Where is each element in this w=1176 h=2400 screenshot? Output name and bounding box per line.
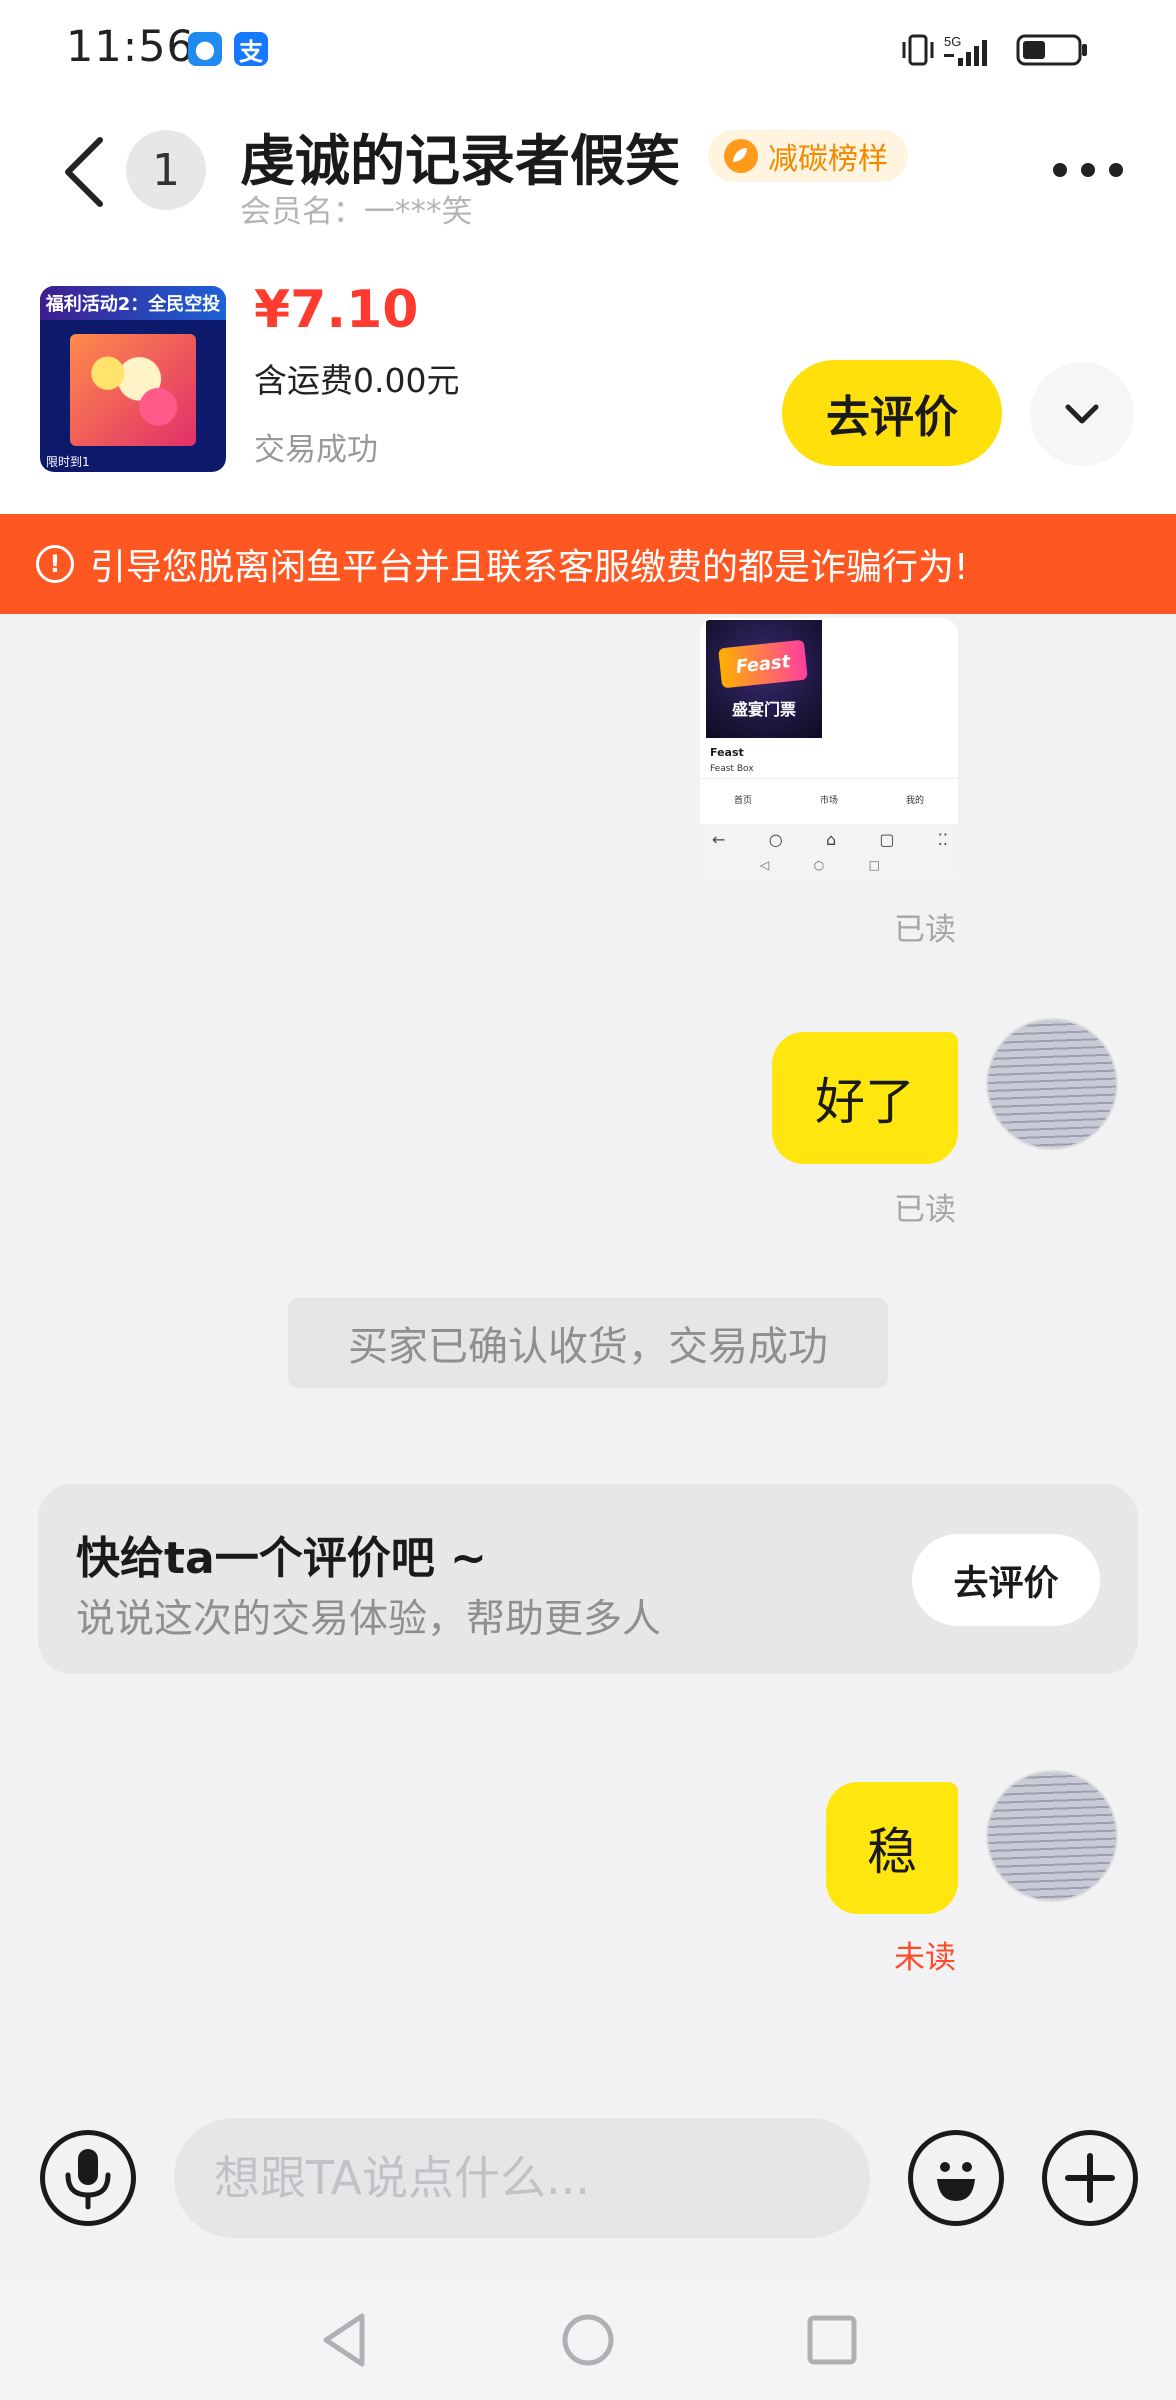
nav-back-button[interactable] [318, 2310, 370, 2374]
chat-bubble-icon: ● [188, 32, 222, 66]
review-button[interactable]: 去评价 [782, 360, 1002, 466]
thumb-banner: 福利活动2：全民空投 [40, 286, 226, 320]
expand-button[interactable] [1030, 362, 1134, 466]
carbon-badge[interactable]: 减碳榜样 [708, 130, 908, 182]
avatar[interactable] [986, 1770, 1118, 1902]
chevron-left-icon [65, 137, 103, 207]
shot-tabs: 首页 市场 我的 [700, 778, 958, 814]
leaf-icon [724, 139, 758, 173]
system-note: 买家已确认收货，交易成功 [288, 1298, 888, 1388]
circle-home-icon [562, 2314, 614, 2366]
more-button[interactable] [1048, 150, 1128, 190]
screenshot-image-message[interactable]: Feast 盛宴门票 Feast Feast Box 首页 市场 我的 ← ○ … [700, 618, 958, 880]
shot-nav-icon: ◁ [760, 858, 770, 872]
message-input[interactable] [174, 2118, 870, 2238]
shot-nav-icon: ▢ [879, 830, 895, 849]
shot-nav-icon: ← [712, 830, 726, 849]
carbon-badge-label: 减碳榜样 [768, 142, 888, 177]
warning-icon: ! [36, 545, 74, 583]
triangle-back-icon [323, 2313, 365, 2367]
status-time: 11:56 [66, 22, 195, 72]
voice-button[interactable] [40, 2130, 136, 2226]
deal-status: 交易成功 [254, 432, 378, 468]
shot-nav-icon: ○ [768, 830, 783, 849]
shot-nav-icon: ⌂ [825, 830, 837, 849]
square-recents-icon [807, 2315, 857, 2365]
battery-icon [1016, 34, 1087, 66]
message-bubble[interactable]: 好了 [772, 1032, 958, 1164]
shot-tab: 我的 [905, 796, 924, 806]
review-card-button[interactable]: 去评价 [912, 1534, 1100, 1626]
status-indicators: 5G [900, 28, 1110, 72]
shot-tab: 首页 [733, 796, 752, 806]
add-button[interactable] [1042, 2130, 1138, 2226]
shot-nav-icon: □ [868, 858, 880, 872]
more-dots-icon [1053, 163, 1123, 177]
emoji-button[interactable] [908, 2130, 1004, 2226]
read-status: 已读 [894, 912, 956, 948]
review-card-subtitle: 说说这次的交易体验，帮助更多人 [76, 1597, 662, 1642]
emoji-icon [937, 2162, 975, 2201]
shot-tab: 市场 [819, 796, 838, 806]
chevron-down-icon [1065, 404, 1099, 424]
fraud-warning-text: 引导您脱离闲鱼平台并且联系客服缴费的都是诈骗行为! [90, 547, 969, 588]
avatar[interactable] [986, 1018, 1118, 1150]
product-thumbnail[interactable]: 福利活动2：全民空投 限时到1 [40, 286, 226, 472]
message-bubble[interactable]: 稳 [826, 1782, 958, 1914]
member-name: 会员名：一***笑 [240, 194, 473, 230]
shot-line-1: Feast [710, 746, 744, 759]
vibrate-icon [902, 34, 934, 66]
network-type: 5G [944, 34, 961, 49]
shot-nav-icon: ⁚⁚ [937, 830, 948, 849]
back-button[interactable] [56, 134, 112, 210]
review-card-title: 快给ta一个评价吧 ~ [76, 1533, 487, 1584]
nav-recents-button[interactable] [806, 2314, 858, 2370]
contact-name[interactable]: 虔诚的记录者假笑 [240, 116, 680, 196]
nav-home-button[interactable] [560, 2310, 616, 2374]
unread-count-badge[interactable]: 1 [126, 130, 206, 210]
alipay-icon: 支 [234, 32, 268, 66]
fraud-warning-bar: ! 引导您脱离闲鱼平台并且联系客服缴费的都是诈骗行为! [0, 514, 1176, 614]
poster-text: 盛宴门票 [731, 700, 796, 719]
product-price: ¥7.10 [254, 280, 419, 340]
shot-line-2: Feast Box [710, 764, 754, 774]
unread-status: 未读 [894, 1940, 956, 1976]
plus-icon [1065, 2153, 1115, 2203]
read-status: 已读 [894, 1192, 956, 1228]
shot-nav-icon: ○ [813, 858, 825, 872]
shipping-fee: 含运费0.00元 [254, 361, 460, 400]
product-image [70, 334, 196, 446]
thumb-footer: 限时到1 [46, 455, 90, 469]
microphone-icon [65, 2149, 111, 2210]
shot-navbar: ← ○ ⌂ ▢ ⁚⁚ ◁ ○ □ [700, 824, 958, 880]
